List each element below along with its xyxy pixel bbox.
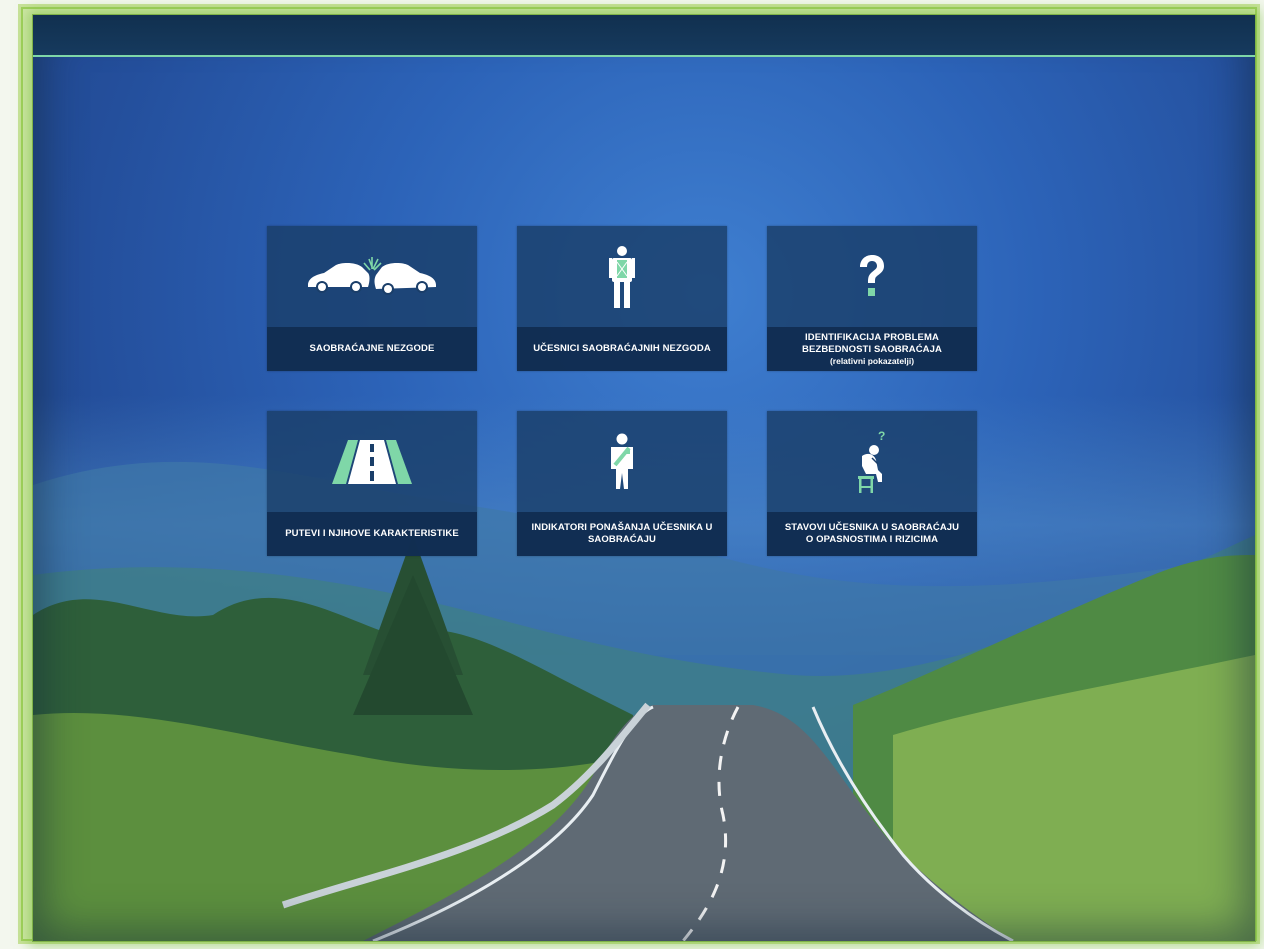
- tile-label-area: SAOBRAĆAJNE NEZGODE: [267, 327, 477, 371]
- tile-icon-area: [517, 226, 727, 327]
- tile-label: SAOBRAĆAJNE NEZGODE: [309, 343, 435, 354]
- tile-label-area: PUTEVI I NJIHOVE KARAKTERISTIKE: [267, 512, 477, 556]
- tile-label-area: INDIKATORI PONAŠANJA UČESNIKA U SAOBRAĆA…: [517, 512, 727, 556]
- car-crash-icon: [308, 256, 436, 295]
- top-bar: [33, 15, 1255, 57]
- tile-icon-area: [267, 226, 477, 327]
- tile-label-area: IDENTIFIKACIJA PROBLEMA BEZBEDNOSTI SAOB…: [767, 327, 977, 371]
- tile-saobracajne-nezgode[interactable]: SAOBRAĆAJNE NEZGODE: [267, 226, 477, 371]
- tile-label: PUTEVI I NJIHOVE KARAKTERISTIKE: [285, 528, 459, 539]
- road-icon: [332, 439, 412, 484]
- svg-text:?: ?: [878, 430, 885, 443]
- tile-label: IDENTIFIKACIJA PROBLEMA BEZBEDNOSTI SAOB…: [802, 331, 942, 355]
- tile-sublabel: (relativni pokazatelji): [829, 355, 915, 366]
- thinking-person-icon: ?: [858, 430, 885, 493]
- seatbelt-person-icon: [611, 433, 633, 489]
- tile-label: UČESNICI SAOBRAĆAJNIH NEZGODA: [533, 343, 711, 354]
- tile-label-area: UČESNICI SAOBRAĆAJNIH NEZGODA: [517, 327, 727, 371]
- tile-icon-area: [267, 411, 477, 512]
- tile-icon-area: [517, 411, 727, 512]
- tile-putevi[interactable]: PUTEVI I NJIHOVE KARAKTERISTIKE: [267, 411, 477, 556]
- tile-stavovi-ucesnika[interactable]: ? STAVOVI UČESNIKA U SAOBRAĆAJU O OPASNO…: [767, 411, 977, 556]
- tile-ucesnici-saobracajnih-nezgoda[interactable]: UČESNICI SAOBRAĆAJNIH NEZGODA: [517, 226, 727, 371]
- tile-label: INDIKATORI PONAŠANJA UČESNIKA U SAOBRAĆA…: [531, 522, 713, 545]
- tile-indikatori-ponasanja[interactable]: INDIKATORI PONAŠANJA UČESNIKA U SAOBRAĆA…: [517, 411, 727, 556]
- tile-label-area: STAVOVI UČESNIKA U SAOBRAĆAJU O OPASNOST…: [767, 512, 977, 556]
- tile-icon-area: ?: [767, 411, 977, 512]
- question-mark-icon: [860, 254, 884, 296]
- tile-identifikacija-problema[interactable]: IDENTIFIKACIJA PROBLEMA BEZBEDNOSTI SAOB…: [767, 226, 977, 371]
- pedestrian-icon: [609, 245, 635, 308]
- tile-label: STAVOVI UČESNIKA U SAOBRAĆAJU O OPASNOST…: [784, 522, 960, 545]
- tile-icon-area: [767, 226, 977, 327]
